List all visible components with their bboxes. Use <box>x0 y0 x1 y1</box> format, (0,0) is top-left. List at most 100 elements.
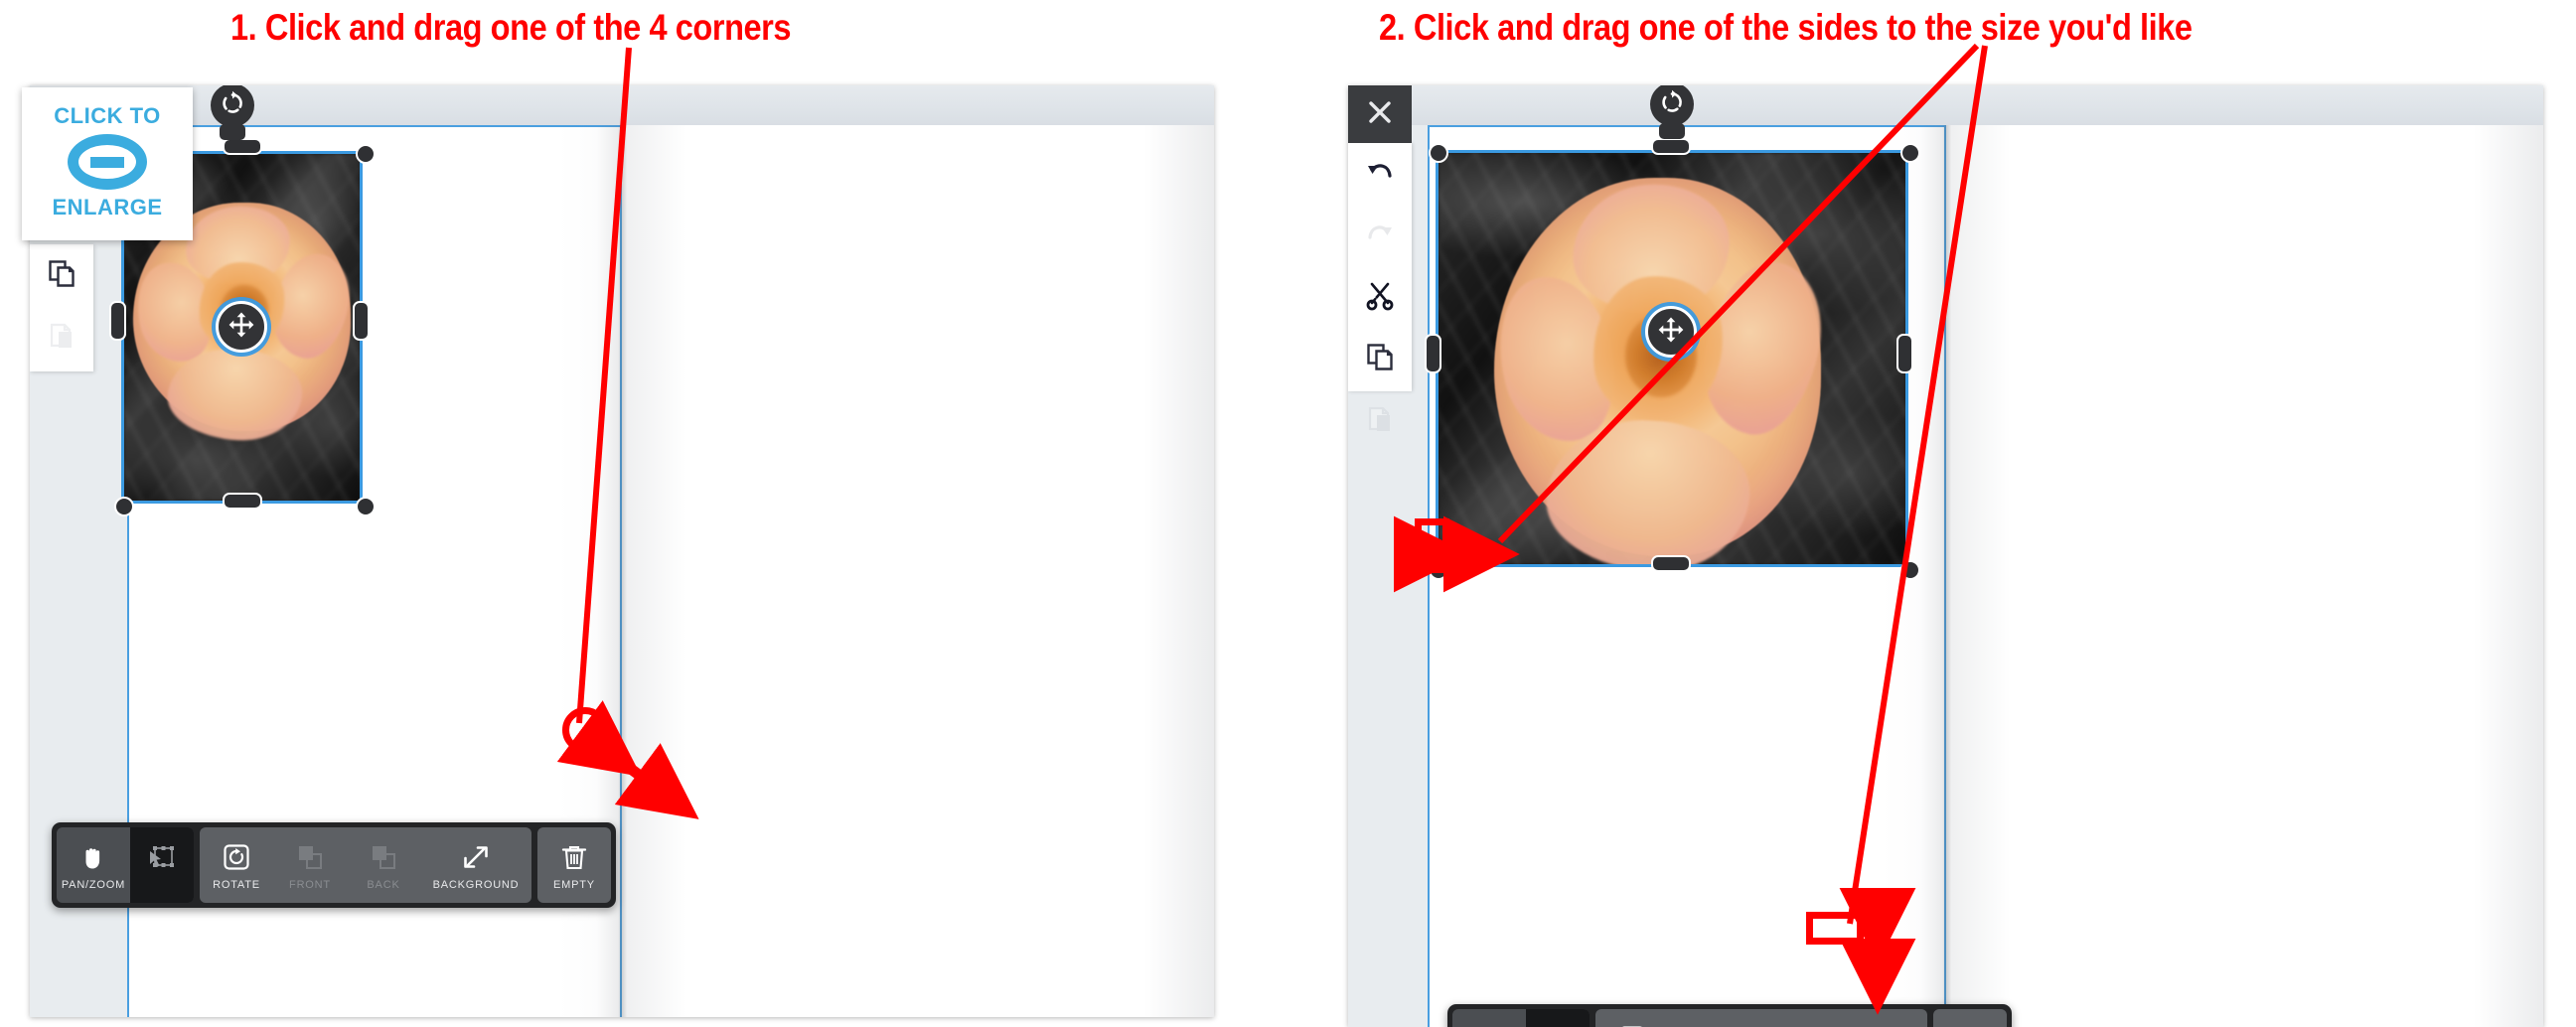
toolbar-empty-button[interactable]: EMPTY <box>537 827 611 903</box>
toolbar-group-empty <box>1933 1009 2007 1027</box>
cut-button[interactable] <box>1348 266 1412 328</box>
left-bottom-toolbar[interactable]: PAN/ZOOM ROTATE FRONT BACK BACKGROUND EM… <box>52 822 616 908</box>
left-side-handle-bottom[interactable] <box>223 493 262 510</box>
enlarge-top-label: CLICK TO <box>54 103 161 128</box>
toolbar-group-arrange: ROTATE FRONT BACK BACKGROUND <box>200 827 531 903</box>
toolbar-front-label: FRONT <box>289 879 331 891</box>
hand-icon <box>78 840 108 874</box>
step-1-heading: 1. Click and drag one of the 4 corners <box>230 7 792 48</box>
step-2-heading: 2. Click and drag one of the sides to th… <box>1379 7 2193 48</box>
trash-icon <box>1955 1022 1985 1027</box>
right-side-handle-right[interactable] <box>1896 334 1913 373</box>
rose-flower <box>1482 177 1836 564</box>
toolbar-group-modes: PAN/ZOOM <box>57 827 194 903</box>
rotate-handle-stem <box>1659 123 1685 139</box>
copy-icon <box>47 258 76 293</box>
toolbar-pan-zoom-label: PAN/ZOOM <box>61 879 126 891</box>
hand-icon <box>1474 1022 1504 1027</box>
rotate-square-icon <box>1617 1022 1647 1027</box>
toolbar-background-button[interactable]: BACKGROUND <box>420 827 531 903</box>
paste-icon <box>47 320 76 355</box>
expand-arrows-icon <box>461 840 491 874</box>
move-icon <box>227 311 255 344</box>
select-transform-icon <box>1543 1022 1573 1027</box>
enlarge-bottom-label: ENLARGE <box>52 195 163 220</box>
redo-button[interactable] <box>1348 205 1412 266</box>
toolbar-back-button[interactable] <box>1743 1009 1816 1027</box>
toolbar-select-tool-button[interactable] <box>130 827 194 903</box>
toolbar-empty-button[interactable] <box>1933 1009 2007 1027</box>
select-transform-icon <box>147 840 177 874</box>
paste-button[interactable] <box>30 306 93 367</box>
right-corner-handle-br[interactable] <box>1900 560 1920 580</box>
expand-arrows-icon <box>1857 1022 1887 1027</box>
right-corner-handle-tl[interactable] <box>1429 143 1448 163</box>
right-selected-image[interactable] <box>1436 150 1908 567</box>
toolbar-front-button[interactable]: FRONT <box>273 827 347 903</box>
toolbar-front-button[interactable] <box>1669 1009 1743 1027</box>
right-rotate-handle[interactable] <box>1650 85 1694 139</box>
undo-icon <box>1364 156 1396 193</box>
toolbar-select-tool-button[interactable] <box>1526 1009 1590 1027</box>
left-rotate-handle[interactable] <box>211 85 254 140</box>
send-back-icon <box>1764 1022 1794 1027</box>
right-bottom-toolbar[interactable] <box>1447 1004 2012 1027</box>
toolbar-group-empty: EMPTY <box>537 827 611 903</box>
right-side-handle-bottom[interactable] <box>1651 555 1691 572</box>
rotate-handle-circle <box>211 85 254 127</box>
left-screenshot-panel: PAN/ZOOM ROTATE FRONT BACK BACKGROUND EM… <box>30 85 1214 1017</box>
right-side-handle-top[interactable] <box>1651 138 1691 155</box>
left-corner-handle-tr[interactable] <box>356 144 376 164</box>
close-button[interactable] <box>1348 85 1412 143</box>
left-side-handle-right[interactable] <box>353 301 370 341</box>
click-to-enlarge-badge[interactable]: CLICK TO ENLARGE <box>22 87 193 240</box>
copy-button[interactable] <box>30 244 93 306</box>
left-app-bar <box>30 85 1214 126</box>
trash-icon <box>559 840 589 874</box>
right-move-handle[interactable] <box>1645 306 1697 358</box>
send-back-icon <box>369 840 398 874</box>
rotate-icon <box>1659 89 1685 120</box>
paste-icon <box>1365 403 1395 438</box>
left-move-handle[interactable] <box>216 301 267 353</box>
left-page-right[interactable] <box>622 125 1214 1017</box>
toolbar-group-modes <box>1452 1009 1590 1027</box>
toolbar-background-label: BACKGROUND <box>432 879 520 891</box>
toolbar-rotate-button[interactable]: ROTATE <box>200 827 273 903</box>
left-side-handle-top[interactable] <box>223 138 262 155</box>
right-app-bar <box>1348 85 2543 126</box>
copy-icon <box>1365 342 1395 376</box>
left-tool-rail <box>30 244 93 371</box>
bring-front-icon <box>295 840 325 874</box>
toolbar-empty-label: EMPTY <box>553 879 595 891</box>
right-tool-rail <box>1348 143 1412 431</box>
left-corner-handle-br[interactable] <box>356 497 376 516</box>
rotate-icon <box>220 90 245 121</box>
right-side-handle-left[interactable] <box>1425 334 1441 373</box>
scissors-icon <box>1364 279 1396 316</box>
undo-button[interactable] <box>1348 143 1412 205</box>
left-corner-handle-bl[interactable] <box>114 497 134 516</box>
right-corner-handle-tr[interactable] <box>1900 143 1920 163</box>
toolbar-pan-zoom-button[interactable] <box>1452 1009 1526 1027</box>
copy-button[interactable] <box>1348 328 1412 389</box>
toolbar-background-button[interactable] <box>1816 1009 1927 1027</box>
toolbar-pan-zoom-button[interactable]: PAN/ZOOM <box>57 827 130 903</box>
close-icon <box>1365 97 1395 132</box>
toolbar-rotate-button[interactable] <box>1595 1009 1669 1027</box>
paste-button[interactable] <box>1348 389 1412 451</box>
left-side-handle-left[interactable] <box>109 301 126 341</box>
step2-left-handle-highlight-box <box>1415 518 1449 573</box>
right-page-right[interactable] <box>1945 125 2543 1027</box>
redo-icon <box>1364 218 1396 254</box>
plus-circle-icon <box>68 134 147 190</box>
rotate-square-icon <box>222 840 251 874</box>
step2-bottom-handle-highlight-box <box>1806 912 1864 945</box>
move-icon <box>1657 316 1685 349</box>
step1-corner-highlight-circle <box>562 707 608 753</box>
toolbar-group-arrange <box>1595 1009 1927 1027</box>
rotate-handle-circle <box>1650 85 1694 126</box>
toolbar-back-button[interactable]: BACK <box>347 827 420 903</box>
bring-front-icon <box>1691 1022 1721 1027</box>
toolbar-back-label: BACK <box>367 879 400 891</box>
